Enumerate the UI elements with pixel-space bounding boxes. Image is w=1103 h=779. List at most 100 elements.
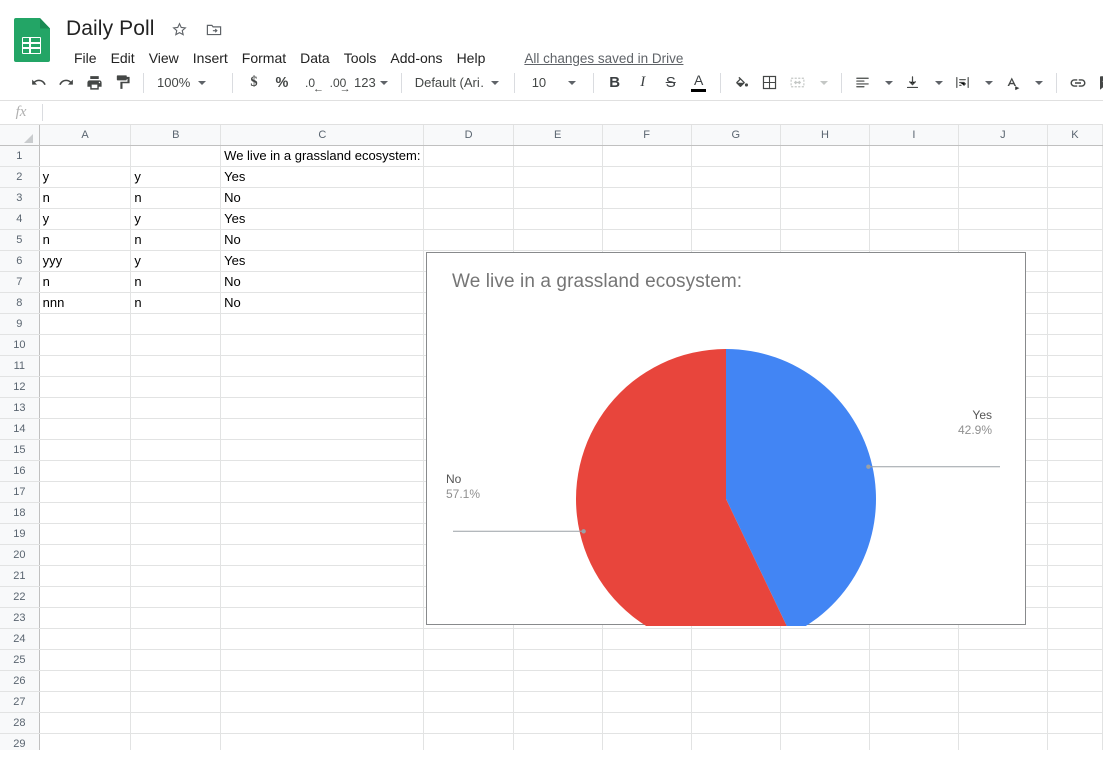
cell-D27[interactable]	[423, 691, 514, 713]
decrease-decimal-button[interactable]: .0 ←	[296, 69, 324, 97]
undo-icon[interactable]	[24, 69, 52, 97]
cell-J2[interactable]	[958, 166, 1048, 188]
menu-item-help[interactable]: Help	[450, 47, 493, 69]
cell-A8[interactable]: nnn	[39, 292, 132, 314]
cell-K23[interactable]	[1047, 607, 1103, 629]
cell-A21[interactable]	[39, 565, 132, 587]
cell-C10[interactable]	[220, 334, 425, 356]
cell-B1[interactable]	[130, 145, 222, 167]
cell-B4[interactable]: y	[130, 208, 222, 230]
currency-format-button[interactable]: $	[240, 69, 268, 97]
cell-B18[interactable]	[130, 502, 222, 524]
cell-K26[interactable]	[1047, 670, 1103, 692]
cell-D28[interactable]	[423, 712, 514, 734]
cell-F28[interactable]	[602, 712, 692, 734]
row-header-27[interactable]: 27	[0, 691, 40, 713]
chevron-down-icon[interactable]	[1034, 80, 1043, 85]
cell-B10[interactable]	[130, 334, 222, 356]
menu-item-add-ons[interactable]: Add-ons	[383, 47, 449, 69]
cell-H28[interactable]	[780, 712, 871, 734]
cell-E2[interactable]	[513, 166, 603, 188]
cell-I4[interactable]	[869, 208, 959, 230]
cell-A2[interactable]: y	[39, 166, 132, 188]
cell-C7[interactable]: No	[220, 271, 425, 293]
cell-K17[interactable]	[1047, 481, 1103, 503]
cell-H3[interactable]	[780, 187, 871, 209]
cell-C12[interactable]	[220, 376, 425, 398]
cell-E28[interactable]	[513, 712, 603, 734]
cell-K24[interactable]	[1047, 628, 1103, 650]
cell-D26[interactable]	[423, 670, 514, 692]
redo-icon[interactable]	[52, 69, 80, 97]
cell-B20[interactable]	[130, 544, 222, 566]
font-size-select[interactable]: 10	[522, 70, 586, 96]
menu-item-data[interactable]: Data	[293, 47, 337, 69]
cell-C26[interactable]	[220, 670, 425, 692]
cell-A18[interactable]	[39, 502, 132, 524]
cell-K13[interactable]	[1047, 397, 1103, 419]
cell-B13[interactable]	[130, 397, 222, 419]
formula-input[interactable]	[43, 101, 1103, 124]
row-header-19[interactable]: 19	[0, 523, 40, 545]
cell-C4[interactable]: Yes	[220, 208, 425, 230]
cell-C19[interactable]	[220, 523, 425, 545]
row-header-13[interactable]: 13	[0, 397, 40, 419]
column-header-f[interactable]: F	[602, 125, 692, 146]
cell-H4[interactable]	[780, 208, 871, 230]
chevron-down-icon[interactable]	[884, 80, 893, 85]
cell-C21[interactable]	[220, 565, 425, 587]
cell-I28[interactable]	[869, 712, 959, 734]
menu-item-format[interactable]: Format	[235, 47, 293, 69]
cell-G4[interactable]	[691, 208, 781, 230]
cell-B8[interactable]: n	[130, 292, 222, 314]
cell-C8[interactable]: No	[220, 292, 425, 314]
chevron-down-icon[interactable]	[819, 80, 828, 85]
cell-C22[interactable]	[220, 586, 425, 608]
cell-J27[interactable]	[958, 691, 1048, 713]
column-header-j[interactable]: J	[958, 125, 1048, 146]
cell-E5[interactable]	[513, 229, 603, 251]
cell-A13[interactable]	[39, 397, 132, 419]
cell-E3[interactable]	[513, 187, 603, 209]
cell-D3[interactable]	[423, 187, 514, 209]
cell-I26[interactable]	[869, 670, 959, 692]
cell-G2[interactable]	[691, 166, 781, 188]
cell-G29[interactable]	[691, 733, 781, 750]
cell-B24[interactable]	[130, 628, 222, 650]
cell-D24[interactable]	[423, 628, 514, 650]
cell-F3[interactable]	[602, 187, 692, 209]
cell-K8[interactable]	[1047, 292, 1103, 314]
cell-A25[interactable]	[39, 649, 132, 671]
cell-K28[interactable]	[1047, 712, 1103, 734]
row-header-14[interactable]: 14	[0, 418, 40, 440]
cell-B23[interactable]	[130, 607, 222, 629]
cell-C5[interactable]: No	[220, 229, 425, 251]
row-header-28[interactable]: 28	[0, 712, 40, 734]
cell-F24[interactable]	[602, 628, 692, 650]
cell-C20[interactable]	[220, 544, 425, 566]
fill-color-icon[interactable]	[728, 69, 756, 97]
text-color-button[interactable]: A	[685, 69, 713, 97]
cell-H29[interactable]	[780, 733, 871, 750]
cell-A6[interactable]: yyy	[39, 250, 132, 272]
row-header-5[interactable]: 5	[0, 229, 40, 251]
column-header-b[interactable]: B	[130, 125, 222, 146]
cell-B17[interactable]	[130, 481, 222, 503]
cell-J1[interactable]	[958, 145, 1048, 167]
cell-F2[interactable]	[602, 166, 692, 188]
cell-K9[interactable]	[1047, 313, 1103, 335]
save-status[interactable]: All changes saved in Drive	[524, 51, 683, 66]
menu-item-insert[interactable]: Insert	[186, 47, 235, 69]
row-header-24[interactable]: 24	[0, 628, 40, 650]
cell-K3[interactable]	[1047, 187, 1103, 209]
cell-G3[interactable]	[691, 187, 781, 209]
cell-K21[interactable]	[1047, 565, 1103, 587]
cell-G26[interactable]	[691, 670, 781, 692]
chevron-down-icon[interactable]	[984, 80, 993, 85]
cell-C23[interactable]	[220, 607, 425, 629]
select-all-corner[interactable]	[0, 125, 40, 146]
column-header-e[interactable]: E	[513, 125, 603, 146]
page-title[interactable]: Daily Poll	[62, 17, 159, 41]
cell-G25[interactable]	[691, 649, 781, 671]
cell-K7[interactable]	[1047, 271, 1103, 293]
